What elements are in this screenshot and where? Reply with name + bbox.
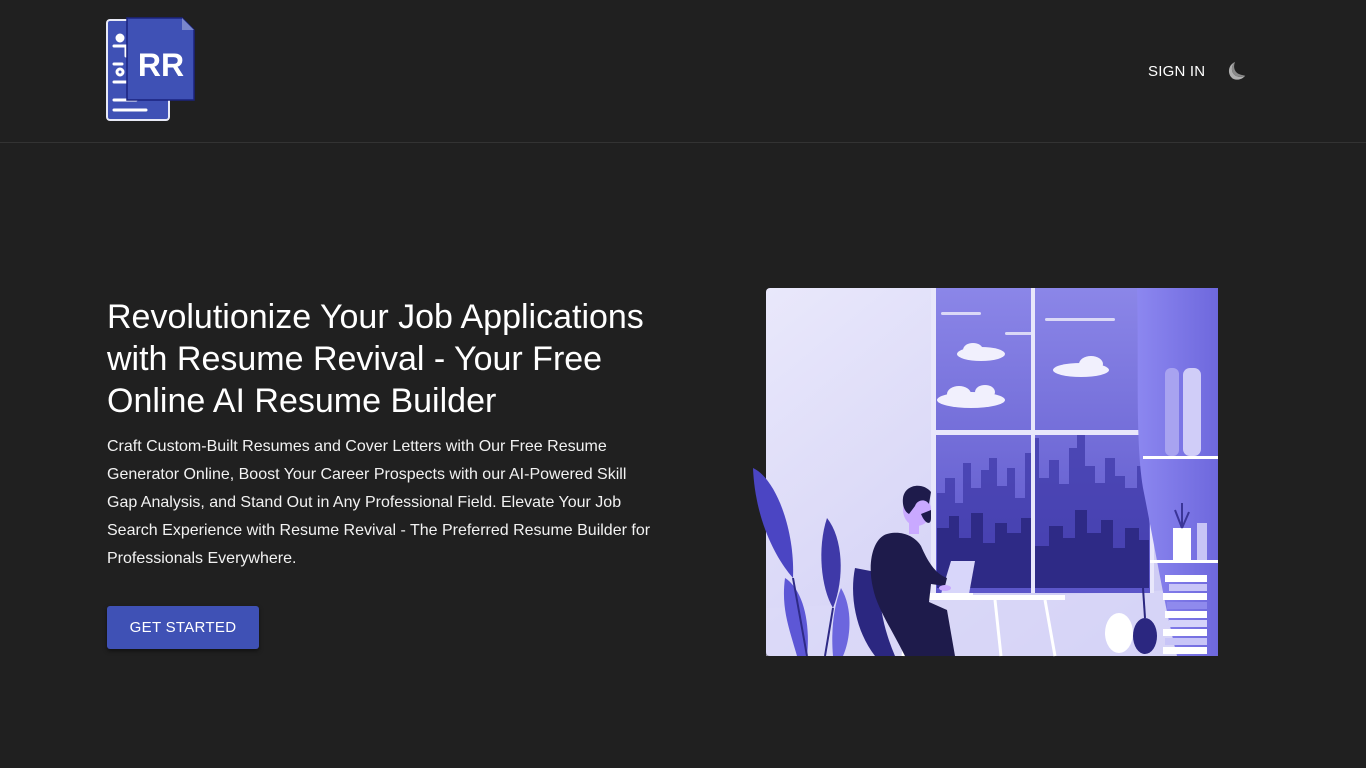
sign-in-link[interactable]: SIGN IN [1148, 63, 1205, 80]
hero-illustration [745, 288, 1219, 658]
hero-description: Craft Custom-Built Resumes and Cover Let… [107, 438, 651, 567]
svg-text:RR: RR [138, 47, 184, 83]
resume-revival-logo[interactable]: RR [106, 16, 196, 122]
get-started-button[interactable]: GET STARTED [107, 606, 259, 649]
header-nav: SIGN IN [1148, 56, 1249, 86]
moon-icon[interactable] [1225, 59, 1249, 83]
top-header: RR SIGN IN [0, 0, 1366, 143]
hero-title: Revolutionize Your Job Applications with… [107, 298, 644, 420]
